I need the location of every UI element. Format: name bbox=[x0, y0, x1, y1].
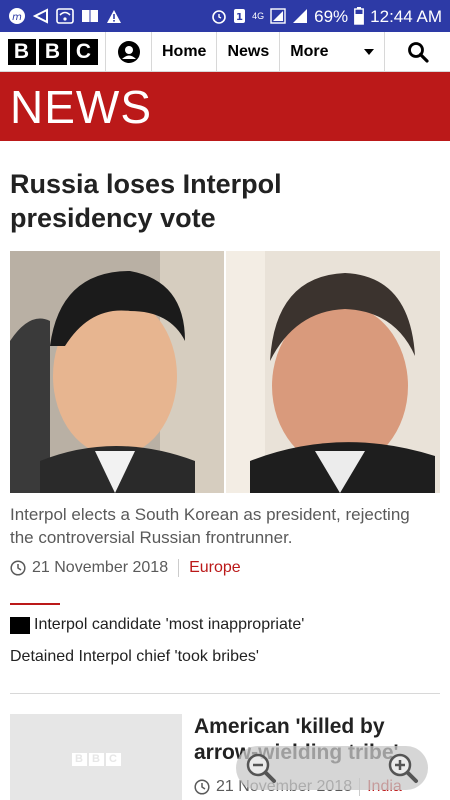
news-banner[interactable]: NEWS bbox=[0, 72, 450, 141]
logo-letter: B bbox=[7, 38, 36, 65]
zoom-in-icon bbox=[388, 753, 418, 783]
video-icon bbox=[10, 616, 30, 634]
battery-icon bbox=[354, 7, 365, 25]
bbc-logo[interactable]: B B C bbox=[0, 32, 106, 71]
sim-icon: 1 bbox=[233, 8, 246, 24]
nav-home[interactable]: Home bbox=[152, 32, 218, 71]
zoom-controls bbox=[236, 746, 428, 790]
cell-signal-icon bbox=[292, 8, 308, 24]
zoom-out-icon bbox=[246, 753, 276, 783]
status-bar: m 1 4G 69% 12:44 AM bbox=[0, 0, 450, 32]
svg-text:m: m bbox=[12, 12, 22, 23]
warning-icon bbox=[106, 9, 122, 24]
caret-down-icon bbox=[364, 48, 375, 55]
related-link[interactable]: Interpol candidate 'most inappropriate' bbox=[10, 616, 304, 634]
logo-letter: B bbox=[71, 752, 87, 766]
two-portraits-photo bbox=[10, 251, 440, 493]
related-link-label: Detained Interpol chief 'took bribes' bbox=[10, 648, 259, 665]
account-button[interactable] bbox=[106, 32, 152, 71]
article-summary: Interpol elects a South Korean as presid… bbox=[10, 505, 410, 547]
logo-letter: C bbox=[69, 38, 98, 65]
battery-percent: 69% bbox=[314, 6, 349, 26]
site-header: B B C Home News More bbox=[0, 32, 450, 72]
search-icon bbox=[407, 41, 429, 63]
story-thumbnail-placeholder: B B C bbox=[10, 714, 182, 800]
messenger-icon: m bbox=[8, 7, 26, 25]
svg-text:1: 1 bbox=[236, 12, 243, 23]
zoom-in-button[interactable] bbox=[384, 749, 422, 787]
clock-icon bbox=[194, 779, 210, 795]
zoom-out-button[interactable] bbox=[242, 749, 280, 787]
clock-icon bbox=[10, 560, 26, 576]
section-divider bbox=[10, 693, 440, 694]
wifi-alert-icon bbox=[56, 8, 74, 24]
logo-letter: C bbox=[105, 752, 121, 766]
article-section-link[interactable]: Europe bbox=[189, 559, 241, 577]
related-divider bbox=[10, 603, 60, 605]
signal-icon bbox=[270, 8, 286, 24]
book-icon bbox=[81, 8, 99, 24]
news-banner-title: NEWS bbox=[10, 80, 152, 133]
nav-more-label: More bbox=[290, 42, 329, 60]
user-icon bbox=[117, 40, 140, 63]
nav-more[interactable]: More bbox=[280, 32, 386, 71]
search-button[interactable] bbox=[385, 32, 450, 71]
logo-letter: B bbox=[88, 752, 104, 766]
article-hero-image[interactable] bbox=[10, 251, 440, 493]
clock: 12:44 AM bbox=[370, 6, 442, 26]
article-headline[interactable]: Russia loses Interpol presidency vote bbox=[10, 167, 430, 235]
logo-letter: B bbox=[38, 38, 67, 65]
send-icon bbox=[33, 8, 49, 24]
related-link-label: Interpol candidate 'most inappropriate' bbox=[34, 616, 305, 633]
article-date: 21 November 2018 bbox=[32, 559, 169, 576]
alarm-icon bbox=[211, 8, 227, 24]
article-meta: 21 November 2018 Europe bbox=[10, 559, 241, 577]
network-type: 4G bbox=[252, 10, 265, 21]
nav-news[interactable]: News bbox=[217, 32, 281, 71]
meta-divider bbox=[178, 559, 180, 577]
related-link[interactable]: Detained Interpol chief 'took bribes' bbox=[10, 648, 259, 666]
